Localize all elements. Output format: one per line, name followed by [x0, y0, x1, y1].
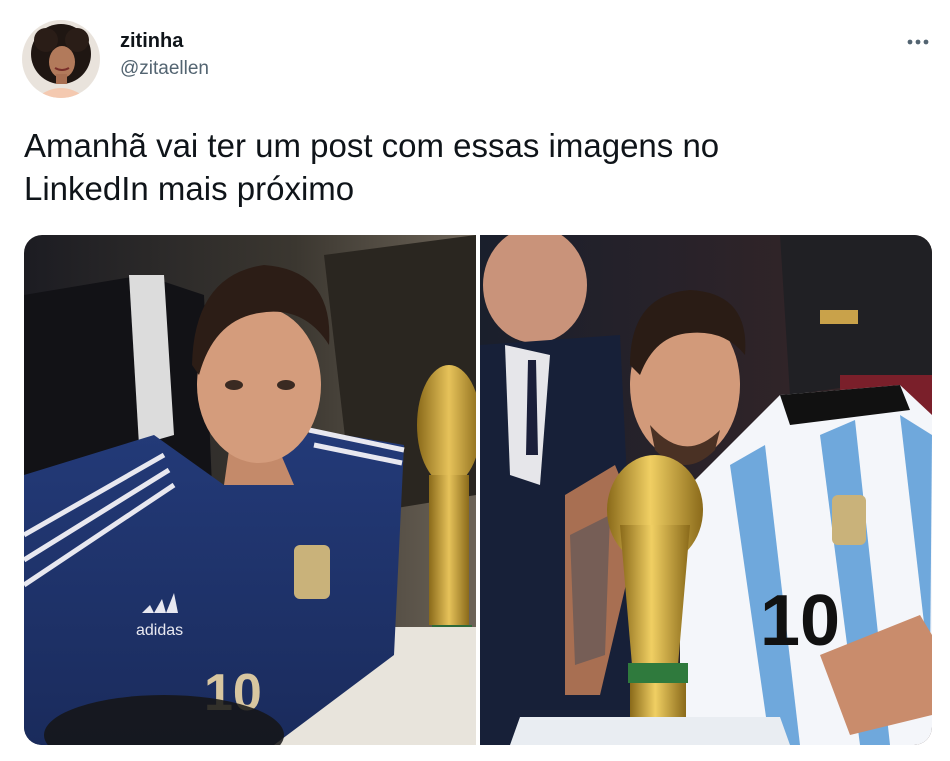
- more-horizontal-icon: [907, 39, 929, 45]
- photo-left-image: adidas 10: [24, 235, 476, 745]
- tweet-card: zitinha @zitaellen Amanhã vai ter um pos…: [0, 0, 950, 761]
- photo-right[interactable]: 10: [480, 235, 932, 745]
- shirt-brand-left: adidas: [136, 622, 183, 639]
- more-options-button[interactable]: [904, 28, 932, 56]
- shirt-number-right: 10: [760, 581, 840, 661]
- display-name[interactable]: zitinha: [120, 28, 209, 54]
- photo-right-image: 10: [480, 235, 932, 745]
- media-grid[interactable]: adidas 10 10: [24, 235, 932, 745]
- avatar[interactable]: [22, 20, 100, 98]
- user-info: zitinha @zitaellen: [120, 28, 209, 82]
- user-handle[interactable]: @zitaellen: [120, 56, 209, 82]
- avatar-image: [22, 20, 100, 98]
- tweet-text: Amanhã vai ter um post com essas imagens…: [24, 127, 720, 207]
- photo-left[interactable]: adidas 10: [24, 235, 476, 745]
